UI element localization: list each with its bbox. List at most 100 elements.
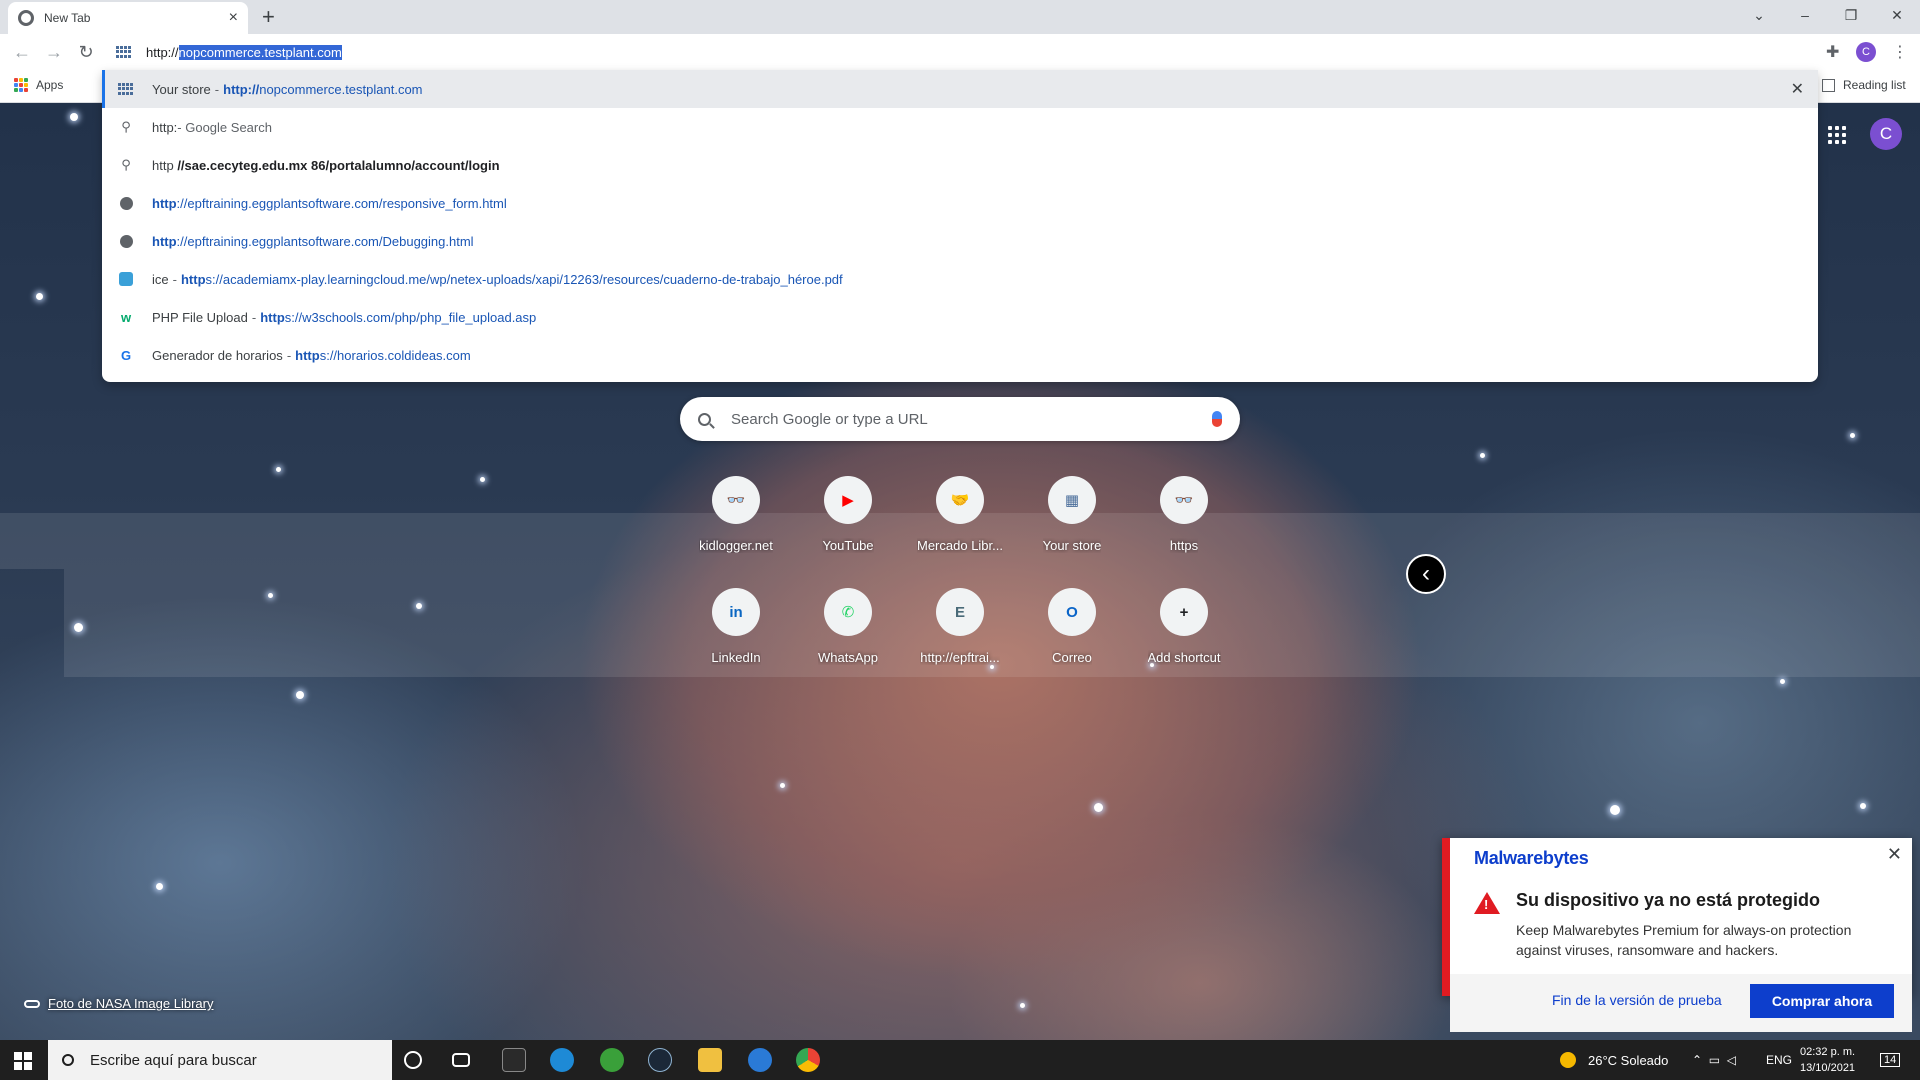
menu-icon[interactable]: ⋮ — [1892, 42, 1908, 62]
shortcut-tile[interactable]: 👓 https — [1128, 470, 1240, 580]
chrome-taskbar-icon[interactable] — [796, 1048, 820, 1072]
shortcut-tile[interactable]: Ehttp://epftrai... — [904, 582, 1016, 692]
buy-now-button[interactable]: Comprar ahora — [1750, 984, 1894, 1018]
suggestion-horarios[interactable]: G Generador de horarios - https://horario… — [102, 336, 1818, 374]
apps-grid-icon — [14, 78, 28, 92]
taskbar-search[interactable]: Escribe aquí para buscar — [48, 1040, 392, 1080]
shortcut-icon: 👓 — [1160, 476, 1208, 524]
suggestion-your-store[interactable]: Your store - http://nopcommerce.testplant… — [102, 70, 1818, 108]
remove-suggestion-icon[interactable]: ✕ — [1791, 79, 1804, 99]
new-tab-button[interactable]: + — [262, 4, 275, 30]
close-notification-icon[interactable]: ✕ — [1887, 844, 1902, 865]
w3schools-icon: w — [120, 309, 132, 325]
weather-text: 26°C Soleado — [1588, 1052, 1669, 1068]
photo-credit-link[interactable]: Foto de NASA Image Library — [24, 996, 213, 1011]
url-text[interactable]: http://nopcommerce.testplant.com — [146, 44, 342, 60]
suggestion-url: https://w3schools.com/php/php_file_uploa… — [260, 309, 537, 325]
minimize-button[interactable]: – — [1782, 0, 1828, 30]
star — [1020, 1003, 1025, 1008]
suggestion-text: http — [152, 157, 174, 173]
shortcut-tile[interactable]: ▶ YouTube — [792, 470, 904, 580]
suggestion-epf-responsive[interactable]: http://epftraining.eggplantsoftware.com/… — [102, 184, 1818, 222]
tab-new-tab[interactable]: New Tab × — [8, 2, 248, 34]
profile-avatar[interactable]: C — [1870, 118, 1902, 150]
suggestion-epf-debugging[interactable]: http://epftraining.eggplantsoftware.com/… — [102, 222, 1818, 260]
suggestion-cecyteg[interactable]: ⚲ http //sae.cecyteg.edu.mx 86/portalalu… — [102, 146, 1818, 184]
forward-icon[interactable]: → — [42, 40, 66, 64]
suggestion-url: https://academiamx-play.learningcloud.me… — [180, 271, 843, 287]
language-indicator[interactable]: ENG — [1766, 1040, 1792, 1080]
xbox-icon[interactable] — [600, 1048, 624, 1072]
steam-icon[interactable] — [648, 1048, 672, 1072]
chevron-up-icon[interactable]: ⌃ — [1692, 1053, 1702, 1067]
notification-footer: Fin de la versión de prueba Comprar ahor… — [1450, 974, 1912, 1032]
star — [1480, 453, 1485, 458]
shortcut-tile[interactable]: ▦ Your store — [1016, 470, 1128, 580]
tab-search-icon[interactable]: ⌄ — [1736, 0, 1782, 30]
suggestion-title: PHP File Upload — [152, 309, 248, 325]
shortcut-icon: 👓 — [712, 476, 760, 524]
reload-icon[interactable]: ↻ — [74, 40, 98, 64]
suggestion-title: ice — [152, 271, 169, 287]
search-icon — [62, 1054, 74, 1066]
shortcut-icon: O — [1048, 588, 1096, 636]
tab-close-icon[interactable]: × — [229, 9, 238, 27]
file-explorer-icon[interactable] — [698, 1048, 722, 1072]
back-icon[interactable]: ← — [10, 40, 34, 64]
microphone-icon[interactable] — [1212, 411, 1222, 427]
tray-icons[interactable]: ⌃ ▭ ◁ — [1692, 1040, 1736, 1080]
volume-icon[interactable]: ◁ — [1727, 1053, 1736, 1067]
star — [296, 691, 304, 699]
star — [780, 783, 785, 788]
task-view-icon[interactable] — [452, 1053, 470, 1067]
suggestion-url: https://horarios.coldideas.com — [295, 347, 471, 363]
shortcut-tile[interactable]: O Correo — [1016, 582, 1128, 692]
shortcut-label: Add shortcut — [1147, 650, 1221, 665]
extensions-icon[interactable]: ✚ — [1826, 42, 1839, 62]
google-apps-icon[interactable] — [1828, 126, 1846, 144]
taskbar-search-placeholder: Escribe aquí para buscar — [90, 1051, 257, 1069]
apps-bookmark[interactable]: Apps — [14, 78, 63, 92]
weather-widget[interactable]: 26°C Soleado — [1560, 1040, 1668, 1080]
search-icon: ⚲ — [121, 157, 131, 172]
notification-body: Keep Malwarebytes Premium for always-on … — [1516, 922, 1852, 958]
shortcut-label: LinkedIn — [711, 650, 761, 665]
epic-games-icon[interactable] — [502, 1048, 526, 1072]
suggestion-php-upload[interactable]: w PHP File Upload - https://w3schools.com… — [102, 298, 1818, 336]
shortcut-tile[interactable]: + Add shortcut — [1128, 582, 1240, 692]
trial-ended-link[interactable]: Fin de la versión de prueba — [1552, 992, 1722, 1008]
suggestion-suffix: - Google Search — [177, 119, 272, 135]
shortcut-label: Your store — [1042, 538, 1102, 553]
omnibox[interactable]: http://nopcommerce.testplant.com — [102, 34, 1818, 70]
clock-time: 02:32 p. m. — [1800, 1046, 1856, 1058]
shortcut-tile[interactable]: ✆ WhatsApp — [792, 582, 904, 692]
chrome-icon — [18, 10, 34, 26]
clock[interactable]: 02:32 p. m. 13/10/2021 — [1800, 1044, 1855, 1076]
carousel-back-button[interactable]: ‹ — [1406, 554, 1446, 594]
shortcut-label: Mercado Libr... — [917, 538, 1003, 553]
star — [36, 293, 43, 300]
shortcut-tile[interactable]: 🤝 Mercado Libr... — [904, 470, 1016, 580]
coldideas-icon: G — [120, 347, 132, 363]
notifications-icon[interactable]: 14 — [1880, 1040, 1901, 1080]
star — [1610, 805, 1620, 815]
cortana-icon[interactable] — [404, 1051, 422, 1069]
restore-button[interactable]: ❐ — [1828, 0, 1874, 30]
suggestion-google-search[interactable]: ⚲ http: - Google Search — [102, 108, 1818, 146]
notification-title: Su dispositivo ya no está protegido — [1516, 890, 1821, 910]
ie-icon[interactable] — [748, 1048, 772, 1072]
star — [268, 593, 273, 598]
windows-start-icon[interactable] — [14, 1052, 32, 1070]
suggestion-bold: //sae.cecyteg.edu.mx 86/portalalumno/acc… — [177, 157, 500, 173]
url-prefix: http:// — [146, 44, 179, 60]
shortcut-tile[interactable]: 👓 kidlogger.net — [680, 470, 792, 580]
reading-list-button[interactable]: Reading list — [1822, 78, 1906, 92]
ntp-search-box[interactable]: Search Google or type a URL — [680, 397, 1240, 441]
shortcut-icon: + — [1160, 588, 1208, 636]
profile-avatar-small[interactable]: C — [1856, 42, 1876, 62]
suggestion-ice[interactable]: ice - https://academiamx-play.learningclo… — [102, 260, 1818, 298]
network-icon[interactable]: ▭ — [1709, 1053, 1720, 1067]
shortcut-tile[interactable]: in LinkedIn — [680, 582, 792, 692]
close-window-button[interactable]: ✕ — [1874, 0, 1920, 30]
edge-icon[interactable] — [550, 1048, 574, 1072]
